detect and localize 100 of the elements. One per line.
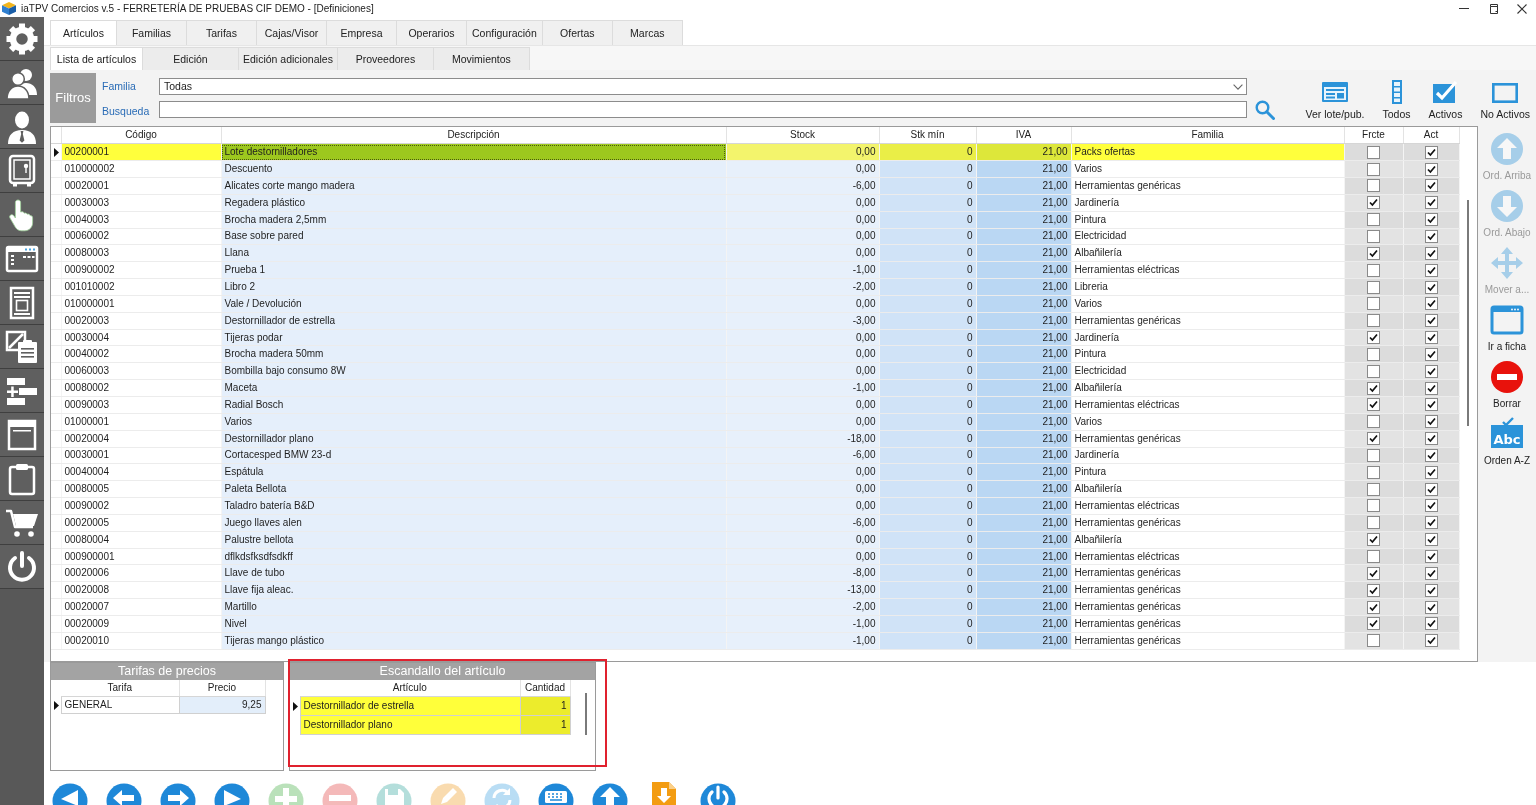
checkbox[interactable]	[1367, 566, 1380, 580]
family-dropdown[interactable]: Todas	[159, 78, 1247, 95]
tab[interactable]: Lista de artículos	[50, 47, 143, 70]
column-header[interactable]: Tarifa	[61, 680, 179, 697]
column-header[interactable]: Act	[1403, 127, 1459, 144]
checkbox[interactable]	[1424, 179, 1438, 193]
tab[interactable]: Edición adicionales	[238, 47, 338, 70]
checkbox[interactable]	[1424, 533, 1438, 547]
sidebar-button[interactable]	[0, 281, 44, 325]
checkbox[interactable]	[1424, 230, 1438, 243]
checkbox[interactable]	[1367, 297, 1380, 311]
checkbox[interactable]	[1367, 331, 1380, 345]
checkbox[interactable]	[1424, 516, 1438, 530]
column-header[interactable]: Stk mín	[879, 127, 976, 144]
column-header[interactable]: IVA	[976, 127, 1071, 144]
checkbox[interactable]	[1367, 432, 1380, 446]
sidebar-button[interactable]	[0, 545, 44, 589]
checkbox[interactable]	[1424, 381, 1438, 395]
column-header[interactable]: Descripción	[221, 127, 726, 144]
keyboard-icon[interactable]	[538, 782, 574, 805]
search-icon[interactable]	[1255, 100, 1275, 120]
toolbar-button[interactable]: Ver lote/pub.	[1303, 80, 1367, 121]
toolbar-button[interactable]: No Activos	[1478, 80, 1532, 121]
search-field[interactable]	[159, 101, 1247, 118]
column-header[interactable]: Cantidad	[520, 680, 570, 697]
tab[interactable]: Proveedores	[336, 47, 434, 70]
checkbox[interactable]	[1367, 196, 1380, 210]
checkbox[interactable]	[1367, 634, 1380, 648]
checkbox[interactable]	[1367, 213, 1380, 227]
checkbox[interactable]	[1424, 280, 1438, 294]
checkbox[interactable]	[1367, 617, 1380, 631]
checkbox[interactable]	[1367, 398, 1380, 412]
checkbox[interactable]	[1367, 246, 1380, 260]
sidebar-button[interactable]	[0, 325, 44, 369]
checkbox[interactable]	[1424, 634, 1438, 648]
checkbox[interactable]	[1424, 364, 1438, 378]
checkbox[interactable]	[1424, 550, 1438, 563]
checkbox[interactable]	[1424, 263, 1438, 277]
checkbox[interactable]	[1367, 482, 1380, 496]
checkbox[interactable]	[1367, 179, 1380, 193]
sidebar-button[interactable]	[0, 17, 44, 61]
tab[interactable]: Movimientos	[432, 47, 530, 70]
checkbox[interactable]	[1424, 213, 1438, 227]
triangle-right-icon[interactable]	[214, 782, 250, 805]
checkbox[interactable]	[1424, 196, 1438, 210]
checkbox[interactable]	[1367, 314, 1380, 328]
sidebar-button[interactable]	[0, 237, 44, 281]
tab[interactable]: Tarifas	[186, 20, 257, 45]
checkbox[interactable]	[1367, 533, 1380, 547]
checkbox[interactable]	[1424, 297, 1438, 311]
toolbar-button[interactable]: Todos	[1380, 80, 1413, 121]
checkbox[interactable]	[1424, 499, 1438, 513]
restore-icon[interactable]	[1488, 3, 1498, 14]
sidebar-button[interactable]	[0, 369, 44, 413]
checkbox[interactable]	[1367, 600, 1380, 614]
action-button[interactable]: Borrar	[1478, 358, 1536, 415]
checkbox[interactable]	[1424, 600, 1438, 614]
column-header[interactable]: Familia	[1071, 127, 1344, 144]
checkbox[interactable]	[1424, 465, 1438, 479]
toolbar-button[interactable]: Activos	[1426, 80, 1465, 121]
checkbox[interactable]	[1367, 280, 1380, 294]
checkbox[interactable]	[1424, 617, 1438, 631]
tab[interactable]: Artículos	[50, 20, 117, 45]
sidebar-button[interactable]	[0, 61, 44, 105]
arrow-left-icon[interactable]	[106, 782, 142, 805]
checkbox[interactable]	[1424, 566, 1438, 580]
action-button[interactable]: Abc Orden A-Z	[1478, 415, 1536, 472]
tab[interactable]: Configuración	[466, 20, 543, 45]
sidebar-button[interactable]	[0, 105, 44, 149]
checkbox[interactable]	[1367, 381, 1380, 395]
checkbox[interactable]	[1367, 465, 1380, 479]
tab[interactable]: Marcas	[611, 20, 683, 45]
checkbox[interactable]	[1367, 347, 1380, 361]
checkbox[interactable]	[1424, 314, 1438, 328]
sidebar-button[interactable]	[0, 193, 44, 237]
checkbox[interactable]	[1424, 246, 1438, 260]
scrollbar[interactable]	[1467, 200, 1470, 426]
arrow-right-icon[interactable]	[160, 782, 196, 805]
checkbox[interactable]	[1424, 482, 1438, 496]
checkbox[interactable]	[1367, 516, 1380, 530]
column-header[interactable]: Precio	[179, 680, 265, 697]
tab[interactable]: Cajas/Visor	[256, 20, 327, 45]
checkbox[interactable]	[1424, 583, 1438, 597]
checkbox[interactable]	[1424, 432, 1438, 446]
sidebar-button[interactable]	[0, 413, 44, 457]
checkbox[interactable]	[1424, 398, 1438, 412]
checkbox[interactable]	[1424, 448, 1438, 462]
checkbox[interactable]	[1367, 415, 1380, 429]
checkbox[interactable]	[1367, 364, 1380, 378]
tab[interactable]: Ofertas	[541, 20, 613, 45]
sidebar-button[interactable]	[0, 501, 44, 545]
checkbox[interactable]	[1424, 347, 1438, 361]
tab[interactable]: Empresa	[326, 20, 397, 45]
checkbox[interactable]	[1424, 331, 1438, 345]
checkbox[interactable]	[1367, 230, 1380, 243]
tab[interactable]: Operarios	[396, 20, 467, 45]
close-icon[interactable]	[1517, 3, 1527, 14]
checkbox[interactable]	[1367, 162, 1380, 176]
sidebar-button[interactable]	[0, 149, 44, 193]
checkbox[interactable]	[1367, 263, 1380, 277]
